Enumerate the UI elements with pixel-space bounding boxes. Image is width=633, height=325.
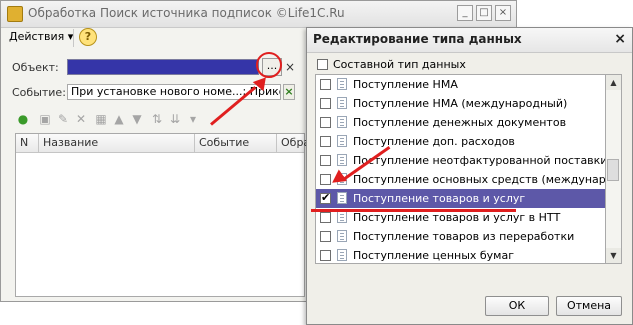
object-field[interactable] xyxy=(67,59,259,75)
list-item[interactable]: Поступление НМА xyxy=(316,75,605,94)
document-icon xyxy=(337,135,347,147)
document-icon xyxy=(337,211,347,223)
dropdown-icon[interactable]: ▾ xyxy=(185,111,201,127)
object-label: Объект: xyxy=(12,61,59,74)
item-label: Поступление НМА (международный) xyxy=(353,97,568,110)
dialog-close-icon[interactable]: × xyxy=(614,31,626,47)
item-label: Поступление товаров из переработки xyxy=(353,230,575,243)
item-label: Поступление основных средств (международ… xyxy=(353,173,606,186)
delete-icon[interactable]: ✕ xyxy=(73,111,89,127)
move-down-icon[interactable]: ▼ xyxy=(129,111,145,127)
event-label: Событие: xyxy=(12,86,66,99)
cancel-button[interactable]: Отмена xyxy=(556,296,622,316)
actions-menu[interactable]: Действия ▾ xyxy=(9,30,73,43)
item-label: Поступление НМА xyxy=(353,78,458,91)
item-checkbox[interactable] xyxy=(320,155,331,166)
item-checkbox[interactable] xyxy=(320,231,331,242)
app-icon xyxy=(7,6,23,22)
column-header-event[interactable]: Событие xyxy=(199,136,249,149)
ok-button[interactable]: ОК xyxy=(485,296,549,316)
window-title: Обработка Поиск источника подписок ©Life… xyxy=(28,6,345,20)
document-icon xyxy=(337,154,347,166)
composite-type-label: Составной тип данных xyxy=(333,58,466,71)
add-icon[interactable]: ● xyxy=(15,111,31,127)
document-icon xyxy=(337,249,347,261)
list-item[interactable]: Поступление товаров из переработки xyxy=(316,227,605,246)
item-label: Поступление товаров и услуг в НТТ xyxy=(353,211,561,224)
column-separator xyxy=(276,134,277,152)
document-icon xyxy=(337,78,347,90)
copy-icon[interactable]: ▣ xyxy=(37,111,53,127)
item-checkbox-checked[interactable] xyxy=(320,191,331,204)
list-item[interactable]: Поступление доп. расходов xyxy=(316,132,605,151)
item-checkbox[interactable] xyxy=(320,117,331,128)
document-icon xyxy=(337,192,347,204)
item-checkbox[interactable] xyxy=(320,79,331,90)
close-button[interactable]: × xyxy=(495,5,511,21)
list-scrollbar[interactable]: ▲ ▼ xyxy=(606,74,622,264)
object-clear-icon[interactable]: × xyxy=(285,60,295,74)
document-icon xyxy=(337,116,347,128)
annotation-underline xyxy=(311,209,516,212)
composite-type-checkbox[interactable] xyxy=(317,59,328,70)
column-header-n[interactable]: N xyxy=(20,136,28,149)
maximize-button[interactable]: □ xyxy=(476,5,492,21)
item-label: Поступление денежных документов xyxy=(353,116,567,129)
document-icon xyxy=(337,97,347,109)
event-clear-icon[interactable]: × xyxy=(283,84,295,100)
results-table[interactable]: N Название Событие Обра xyxy=(15,133,310,297)
help-icon[interactable]: ? xyxy=(79,28,97,46)
item-label: Поступление доп. расходов xyxy=(353,135,515,148)
scroll-down-icon[interactable]: ▼ xyxy=(606,248,621,263)
list-item[interactable]: Поступление ценных бумаг xyxy=(316,246,605,263)
item-checkbox[interactable] xyxy=(320,250,331,261)
list-item[interactable]: Поступление денежных документов xyxy=(316,113,605,132)
minimize-button[interactable]: _ xyxy=(457,5,473,21)
window-titlebar: Обработка Поиск источника подписок ©Life… xyxy=(1,1,516,28)
scroll-up-icon[interactable]: ▲ xyxy=(606,75,621,90)
sort-desc-icon[interactable]: ⇊ xyxy=(167,111,183,127)
data-type-dialog: Редактирование типа данных × Составной т… xyxy=(306,27,633,325)
scroll-thumb[interactable] xyxy=(607,159,619,181)
item-label: Поступление ценных бумаг xyxy=(353,249,515,262)
save-icon[interactable]: ▦ xyxy=(93,111,109,127)
column-header-name[interactable]: Название xyxy=(43,136,98,149)
toolbar-separator xyxy=(73,29,74,47)
column-separator xyxy=(194,134,195,152)
sort-icon[interactable]: ⇅ xyxy=(149,111,165,127)
move-up-icon[interactable]: ▲ xyxy=(111,111,127,127)
column-separator xyxy=(38,134,39,152)
item-label: Поступление неотфактурованной поставки xyxy=(353,154,606,167)
item-label: Поступление товаров и услуг xyxy=(353,192,526,205)
dialog-title: Редактирование типа данных xyxy=(313,32,522,46)
list-item-selected[interactable]: Поступление товаров и услуг xyxy=(316,189,605,208)
list-item[interactable]: Поступление основных средств (международ… xyxy=(316,170,605,189)
list-item[interactable]: Поступление НМА (международный) xyxy=(316,94,605,113)
item-checkbox[interactable] xyxy=(320,98,331,109)
document-icon xyxy=(337,230,347,242)
edit-icon[interactable]: ✎ xyxy=(55,111,71,127)
table-header: N Название Событие Обра xyxy=(16,134,310,153)
item-checkbox[interactable] xyxy=(320,136,331,147)
dialog-titlebar: Редактирование типа данных × xyxy=(307,28,632,53)
item-checkbox[interactable] xyxy=(320,212,331,223)
